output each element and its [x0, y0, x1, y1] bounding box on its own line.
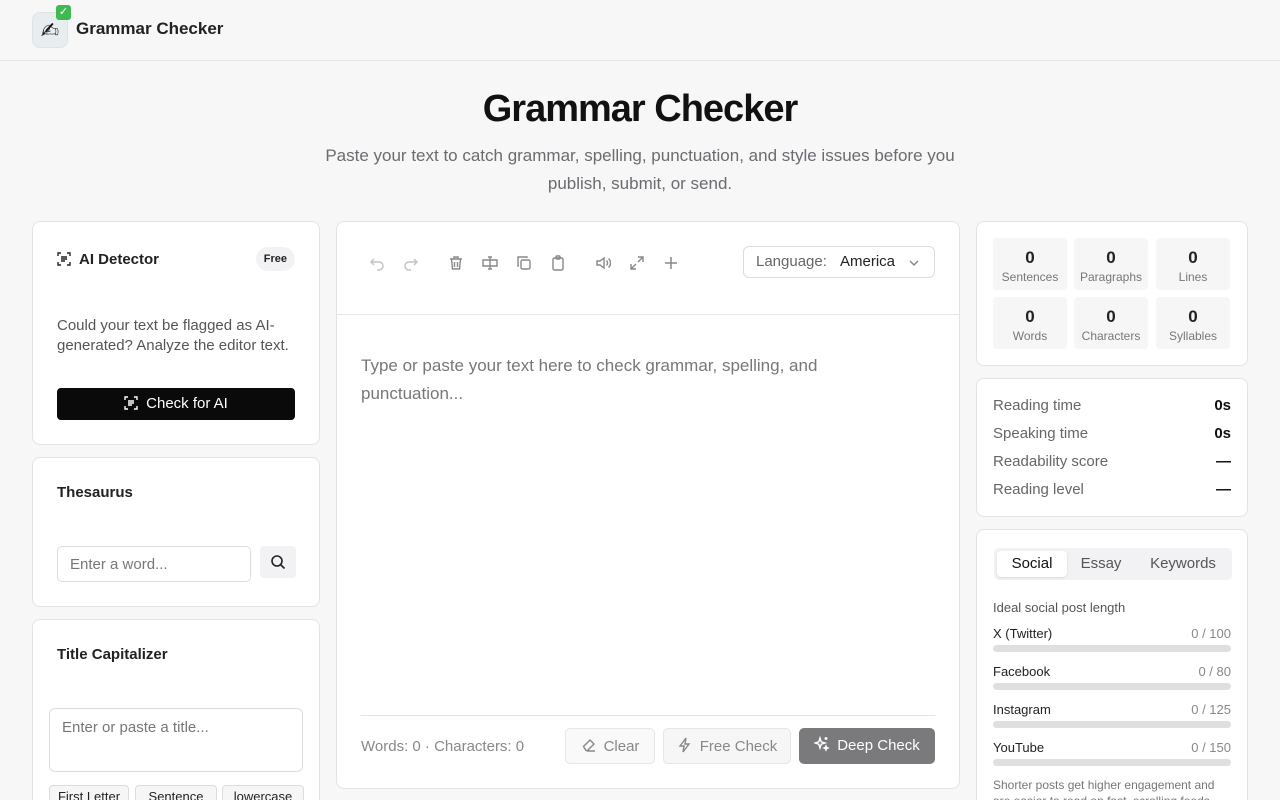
free-badge: Free — [255, 247, 295, 271]
undo-button[interactable] — [367, 253, 387, 273]
length-guide-card: Social Essay Keywords Ideal social post … — [976, 529, 1248, 800]
free-check-button[interactable]: Free Check — [663, 728, 791, 764]
social-row-youtube: YouTube 0 / 150 — [993, 740, 1231, 770]
clear-button[interactable]: Clear — [565, 728, 655, 764]
free-check-label: Free Check — [699, 738, 778, 755]
editor-toolbar: Language: America — [337, 222, 959, 315]
readability-score-row: Readability score — — [993, 453, 1231, 470]
speaker-icon — [596, 256, 611, 270]
social-row-facebook: Facebook 0 / 80 — [993, 664, 1231, 694]
deep-check-label: Deep Check — [837, 737, 920, 754]
lowercase-button[interactable]: lowercase — [222, 785, 304, 800]
read-aloud-button[interactable] — [593, 253, 613, 273]
language-select[interactable]: Language: America — [743, 246, 935, 278]
deep-check-button[interactable]: Deep Check — [799, 728, 935, 764]
length-guide-tabs: Social Essay Keywords — [994, 548, 1232, 580]
social-row-instagram: Instagram 0 / 125 — [993, 702, 1231, 732]
first-letter-button[interactable]: First Letter — [49, 785, 129, 800]
editor-textarea[interactable]: Type or paste your text here to check gr… — [361, 352, 921, 408]
lightning-icon — [678, 737, 691, 753]
stat-lines: 0 Lines — [1156, 238, 1230, 290]
plus-icon — [665, 257, 677, 269]
social-note: Shorter posts get higher engagement and … — [993, 778, 1215, 800]
tab-social[interactable]: Social — [997, 551, 1067, 577]
top-bar: ✍ ✓ Grammar Checker — [0, 0, 1280, 61]
redo-icon — [404, 258, 419, 271]
text-cursor-icon — [482, 256, 498, 270]
thesaurus-input[interactable] — [57, 546, 251, 582]
reading-level-row: Reading level — — [993, 481, 1231, 498]
check-for-ai-label: Check for AI — [146, 395, 228, 412]
stat-syllables: 0 Syllables — [1156, 297, 1230, 349]
stat-sentences: 0 Sentences — [993, 238, 1067, 290]
expand-icon — [630, 256, 644, 270]
fullscreen-button[interactable] — [627, 253, 647, 273]
stat-words: 0 Words — [993, 297, 1067, 349]
language-label: Language: — [756, 253, 827, 270]
paste-button[interactable] — [548, 253, 568, 273]
page-title: Grammar Checker — [482, 88, 799, 130]
reading-time-row: Reading time 0s — [993, 397, 1231, 414]
chevron-down-icon — [909, 260, 919, 266]
sentence-case-button[interactable]: Sentence case — [135, 785, 217, 800]
copy-icon — [517, 256, 531, 270]
clipboard-icon — [552, 255, 564, 271]
text-stats-card: 0 Sentences 0 Paragraphs 0 Lines 0 Words… — [976, 221, 1248, 366]
thesaurus-title: Thesaurus — [57, 484, 133, 501]
editor-card: Language: America Type or paste your tex… — [336, 221, 960, 789]
copy-button[interactable] — [514, 253, 534, 273]
ai-detector-heading: AI Detector — [57, 251, 159, 268]
stat-characters: 0 Characters — [1074, 297, 1148, 349]
speaking-time-row: Speaking time 0s — [993, 425, 1231, 442]
thesaurus-search-button[interactable] — [260, 546, 296, 578]
stat-paragraphs: 0 Paragraphs — [1074, 238, 1148, 290]
social-heading: Ideal social post length — [993, 600, 1126, 615]
trash-icon — [450, 256, 462, 270]
progress-bar — [993, 721, 1231, 728]
delete-button[interactable] — [446, 253, 466, 273]
format-button[interactable] — [480, 253, 500, 273]
title-capitalizer-card: Title Capitalizer First Letter Sentence … — [32, 619, 320, 800]
check-for-ai-button[interactable]: Check for AI — [57, 388, 295, 420]
undo-icon — [369, 258, 384, 271]
add-button[interactable] — [661, 253, 681, 273]
reading-metrics-card: Reading time 0s Speaking time 0s Readabili… — [976, 378, 1248, 517]
thesaurus-card: Thesaurus — [32, 457, 320, 607]
scan-text-icon — [124, 396, 138, 410]
tab-essay[interactable]: Essay — [1070, 551, 1132, 577]
ai-detector-title: AI Detector — [79, 251, 160, 268]
title-input[interactable] — [49, 708, 303, 772]
redo-button[interactable] — [401, 253, 421, 273]
editor-footer-divider — [361, 715, 935, 716]
progress-bar — [993, 759, 1231, 766]
social-row-twitter: X (Twitter) 0 / 100 — [993, 626, 1231, 656]
search-icon — [271, 555, 286, 570]
eraser-icon — [582, 739, 595, 752]
progress-bar — [993, 683, 1231, 690]
brand-name[interactable]: Grammar Checker — [76, 19, 223, 39]
sparkles-icon — [812, 735, 830, 752]
word-character-count: Words: 0 · Characters: 0 — [361, 738, 525, 755]
ai-detector-card: AI Detector Free Could your text be flag… — [32, 221, 320, 445]
scan-text-icon — [57, 252, 71, 266]
clear-label: Clear — [603, 738, 640, 755]
title-capitalizer-title: Title Capitalizer — [57, 646, 168, 663]
language-value: America — [840, 253, 896, 270]
page-subtitle: Paste your text to catch grammar, spelli… — [325, 146, 955, 193]
tab-keywords[interactable]: Keywords — [1138, 551, 1228, 577]
ai-detector-description: Could your text be flagged as AI-generat… — [57, 317, 289, 354]
check-badge-icon: ✓ — [56, 5, 71, 20]
progress-bar — [993, 645, 1231, 652]
